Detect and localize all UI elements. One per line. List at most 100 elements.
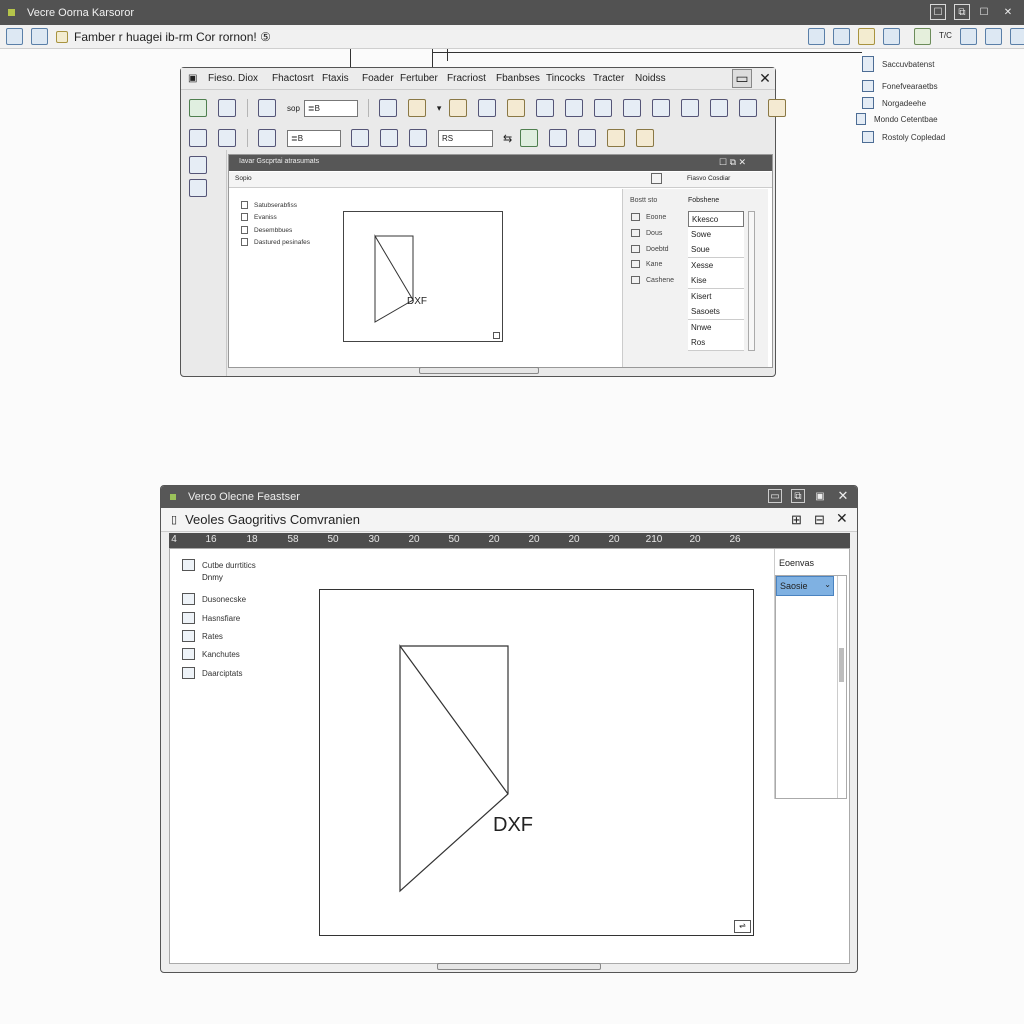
property-value[interactable]: Sasoets — [688, 304, 744, 320]
property-value[interactable]: Kisert — [688, 289, 744, 305]
right-stack-item[interactable]: Saccuvbatenst — [862, 56, 934, 72]
maximize-icon[interactable]: ⧉ — [791, 489, 805, 503]
text-tool-icon[interactable] — [56, 30, 68, 43]
tree-item[interactable]: Evaniss — [241, 213, 277, 221]
property-value[interactable]: Sowe — [688, 227, 744, 243]
image-icon[interactable] — [189, 99, 207, 117]
transform-tool-icon[interactable] — [189, 179, 207, 197]
menu-icon[interactable]: ▣ — [188, 73, 197, 84]
tree-item[interactable]: Dastured pesinafes — [241, 238, 310, 246]
menu-item[interactable]: Fertuber — [400, 73, 438, 84]
frame-icon[interactable] — [478, 99, 497, 117]
close-icon[interactable]: ✕ — [755, 69, 775, 88]
menu-item[interactable]: Tracter — [593, 73, 624, 84]
print-icon[interactable] — [883, 28, 900, 45]
drawing-canvas[interactable]: DXF — [343, 211, 503, 342]
layers-panel-icon[interactable] — [578, 129, 597, 147]
size-field[interactable]: ≣B — [303, 99, 358, 117]
menu-item[interactable]: Tincocks — [546, 73, 585, 84]
property-value[interactable]: Ros — [688, 335, 744, 351]
tree-item[interactable]: Daarciptats — [182, 667, 242, 679]
dxf-export-icon[interactable] — [607, 129, 626, 147]
save-icon[interactable]: ⊟ — [814, 512, 825, 528]
drawing-canvas[interactable]: DXF ⇌ — [319, 589, 754, 936]
close-icon[interactable]: ✕ — [836, 488, 850, 503]
list-scrollbar[interactable] — [837, 576, 845, 798]
height-field[interactable]: RS — [438, 129, 493, 147]
tree-item[interactable]: Desembbues — [241, 226, 292, 234]
brush-icon[interactable] — [858, 28, 875, 45]
properties-list[interactable]: Saosie ⌄ — [775, 575, 847, 799]
resize-icon[interactable] — [493, 332, 500, 339]
property-value[interactable]: Xesse — [688, 258, 744, 274]
menu-item[interactable]: Foader — [362, 73, 394, 84]
chevron-down-icon[interactable]: ⌄ — [824, 580, 831, 589]
maximize-icon[interactable]: ⧉ — [954, 4, 970, 20]
close-tab-icon[interactable]: ✕ — [836, 510, 848, 527]
table-icon[interactable] — [636, 129, 655, 147]
width-field[interactable]: ≣B — [287, 129, 341, 147]
pin-icon[interactable] — [651, 173, 662, 184]
save-icon[interactable] — [258, 99, 276, 117]
fill-icon[interactable] — [407, 99, 426, 117]
pen-icon[interactable] — [710, 99, 729, 117]
grid-icon[interactable] — [833, 28, 850, 45]
target-icon[interactable] — [409, 129, 427, 147]
file-icon[interactable] — [6, 28, 23, 45]
right-stack-item[interactable]: Fonefvearaetbs — [862, 80, 938, 92]
crop-icon[interactable] — [652, 99, 671, 117]
right-stack-item[interactable]: Mondo Cetentbae — [856, 113, 938, 125]
tree-item[interactable]: Rates — [182, 630, 223, 642]
pencil-icon[interactable] — [258, 129, 276, 147]
export-pdf-icon[interactable] — [549, 129, 568, 147]
edit-icon[interactable] — [984, 28, 1002, 45]
select-tool-icon[interactable] — [189, 156, 207, 174]
property-value[interactable]: Kise — [688, 273, 744, 289]
right-stack-item[interactable]: Norgadeehe — [862, 97, 926, 109]
group-icon[interactable] — [218, 129, 236, 147]
tree-item[interactable]: Cutbe durrtitics — [182, 559, 256, 571]
tree-item[interactable]: Kanchutes — [182, 648, 240, 660]
horizontal-scrollbar[interactable] — [419, 367, 539, 374]
property-value[interactable]: Soue — [688, 242, 744, 258]
arrow-icon[interactable]: ⇆ — [503, 132, 512, 145]
properties-scrollbar[interactable] — [748, 211, 755, 351]
menu-item[interactable]: Fieso. Diox — [208, 73, 258, 84]
menu-item[interactable]: Noidss — [635, 73, 666, 84]
menu-item[interactable]: Fbanbses — [496, 73, 540, 84]
panel-controls-icon[interactable]: ☐ ⧉ ✕ — [719, 157, 746, 168]
menu-icon[interactable]: ▯ — [171, 513, 177, 526]
selected-property[interactable]: Saosie ⌄ — [776, 576, 834, 596]
tree-item[interactable]: Dusonecske — [182, 593, 246, 605]
tool-icon[interactable] — [959, 28, 977, 45]
layer-icon[interactable] — [378, 99, 397, 117]
window-icon[interactable]: ▣ — [813, 489, 827, 503]
horizontal-scrollbar[interactable] — [437, 963, 601, 970]
arrange-icon[interactable] — [594, 99, 613, 117]
property-value[interactable]: Kkesco — [688, 211, 744, 227]
node-icon[interactable] — [536, 99, 555, 117]
transform-icon[interactable] — [507, 99, 526, 117]
rotate-icon[interactable] — [380, 129, 398, 147]
palette-icon[interactable] — [768, 99, 787, 117]
table-icon[interactable] — [914, 28, 931, 45]
restore-icon[interactable]: ☐ — [930, 4, 946, 20]
triangle-icon[interactable] — [739, 99, 758, 117]
property-value[interactable]: Nnwe — [688, 320, 744, 336]
shapes-icon[interactable] — [1009, 28, 1024, 45]
box-icon[interactable] — [449, 99, 468, 117]
copy-icon[interactable] — [189, 129, 207, 147]
close-icon[interactable]: ✕ — [1000, 4, 1016, 20]
mirror-icon[interactable] — [351, 129, 369, 147]
bezier-icon[interactable] — [623, 99, 642, 117]
resize-icon[interactable]: ⇌ — [734, 920, 751, 933]
menu-item[interactable]: Ftaxis — [322, 73, 349, 84]
tab-document[interactable]: Sopio — [235, 175, 252, 182]
minimize-icon[interactable]: ▭ — [732, 69, 752, 88]
doc-icon[interactable] — [681, 99, 700, 117]
restore-icon[interactable]: ▭ — [768, 489, 782, 503]
tree-item[interactable]: Satubserabfiss — [241, 201, 297, 209]
select-icon[interactable] — [218, 99, 236, 117]
export-icon[interactable] — [520, 129, 539, 147]
tree-item[interactable]: Hasnsfiare — [182, 612, 240, 624]
